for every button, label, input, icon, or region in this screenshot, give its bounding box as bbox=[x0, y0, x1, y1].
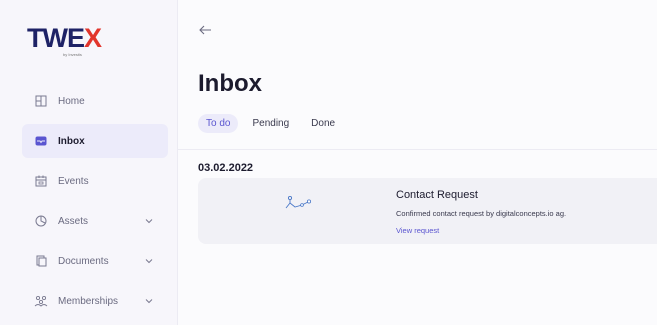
sidebar-item-label: Assets bbox=[58, 215, 89, 227]
memberships-icon bbox=[34, 294, 48, 308]
twex-logo[interactable]: TWEX by Investis bbox=[27, 23, 102, 57]
sidebar-item-label: Documents bbox=[58, 255, 109, 267]
inbox-tabs: To do Pending Done bbox=[198, 114, 343, 133]
sidebar-item-label: Events bbox=[58, 175, 89, 187]
page-title: Inbox bbox=[198, 70, 262, 97]
logo-text-x: X bbox=[84, 23, 102, 53]
chevron-down-icon[interactable] bbox=[144, 296, 154, 306]
chevron-down-icon[interactable] bbox=[144, 256, 154, 266]
sidebar-item-memberships[interactable]: Memberships bbox=[22, 284, 168, 318]
sidebar-item-home[interactable]: Home bbox=[22, 84, 168, 118]
logo-subtitle: by Investis bbox=[63, 52, 82, 57]
divider bbox=[178, 149, 657, 150]
tab-to-do[interactable]: To do bbox=[198, 114, 239, 133]
assets-icon bbox=[34, 214, 48, 228]
sidebar-item-label: Memberships bbox=[58, 295, 119, 307]
back-arrow-icon[interactable] bbox=[198, 24, 212, 36]
date-group-heading: 03.02.2022 bbox=[198, 162, 254, 174]
main-content: Inbox To do Pending Done 03.02.2022 Cont… bbox=[178, 0, 657, 325]
sidebar-item-documents[interactable]: Documents bbox=[22, 244, 168, 278]
chevron-down-icon[interactable] bbox=[144, 216, 154, 226]
inbox-icon bbox=[34, 134, 48, 148]
sidebar-nav: Home Inbox Events Assets Documents Membe… bbox=[22, 84, 168, 324]
view-request-link[interactable]: View request bbox=[396, 226, 439, 235]
sidebar-item-label: Inbox bbox=[58, 135, 85, 147]
tab-pending[interactable]: Pending bbox=[244, 114, 297, 133]
sidebar-item-assets[interactable]: Assets bbox=[22, 204, 168, 238]
sidebar-item-label: Home bbox=[58, 95, 85, 107]
request-description: Confirmed contact request by digitalconc… bbox=[396, 209, 567, 218]
documents-icon bbox=[34, 254, 48, 268]
sidebar: TWEX by Investis Home Inbox Events Asset… bbox=[0, 0, 178, 325]
sidebar-item-inbox[interactable]: Inbox bbox=[22, 124, 168, 158]
logo-text-twe: TWE bbox=[27, 23, 85, 53]
home-icon bbox=[34, 94, 48, 108]
contact-request-icon bbox=[285, 195, 311, 209]
request-title: Contact Request bbox=[396, 189, 478, 201]
sidebar-item-events[interactable]: Events bbox=[22, 164, 168, 198]
tab-done[interactable]: Done bbox=[303, 114, 343, 133]
contact-request-card[interactable]: Contact Request Confirmed contact reques… bbox=[198, 178, 657, 244]
calendar-icon bbox=[34, 174, 48, 188]
